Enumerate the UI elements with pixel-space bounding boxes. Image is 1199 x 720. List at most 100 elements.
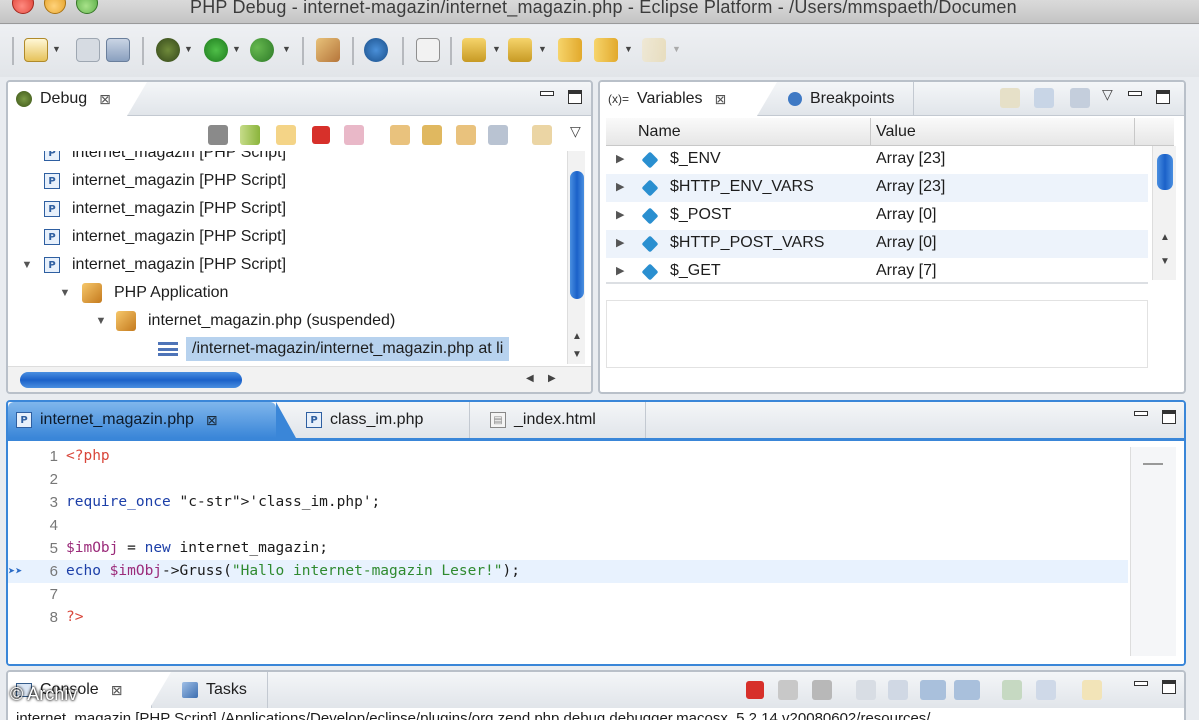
code-line[interactable]: 4 — [8, 514, 1128, 537]
tab-class-im-php[interactable]: P class_im.php — [298, 402, 470, 438]
scrollbar-thumb[interactable] — [1157, 154, 1173, 190]
tree-item-thread[interactable]: ▼ internet_magazin.php (suspended) — [94, 307, 565, 335]
expand-arrow-icon[interactable]: ▶ — [616, 264, 624, 277]
column-value-header[interactable]: Value — [876, 123, 916, 141]
suspend-icon[interactable] — [276, 125, 296, 145]
minimize-editor-button[interactable] — [1134, 411, 1148, 416]
minimize-window-button[interactable] — [44, 0, 66, 14]
detail-pane-divider[interactable] — [606, 282, 1148, 284]
expand-arrow-icon[interactable]: ▶ — [616, 152, 624, 165]
variable-row[interactable]: ▶ $HTTP_ENV_VARS Array [23] — [606, 174, 1148, 202]
disconnect-icon[interactable] — [344, 125, 364, 145]
overview-marker[interactable] — [1143, 463, 1163, 465]
scroll-up-icon[interactable]: ▲ — [1160, 232, 1170, 243]
run-dropdown-icon[interactable]: ▼ — [232, 44, 241, 54]
remove-launch-icon[interactable] — [778, 680, 798, 700]
code-line[interactable]: 3 require_once "c-str">'class_im.php'; — [8, 491, 1128, 514]
view-menu-icon[interactable]: ▽ — [1102, 86, 1113, 103]
show-logical-structure-icon[interactable] — [1034, 88, 1054, 108]
step-return-icon[interactable] — [456, 125, 476, 145]
external-tools-dropdown-icon[interactable]: ▼ — [282, 44, 291, 54]
new-icon[interactable] — [24, 38, 48, 62]
tab-debug[interactable]: Debug ⊠ — [8, 82, 147, 116]
run-icon[interactable] — [204, 38, 228, 62]
pin-console-icon[interactable] — [1002, 680, 1022, 700]
print-icon[interactable] — [106, 38, 130, 62]
resume-icon[interactable] — [240, 125, 260, 145]
scrollbar-thumb[interactable] — [20, 372, 242, 388]
expand-arrow-icon[interactable]: ▼ — [94, 315, 108, 327]
debug-dropdown-icon[interactable]: ▼ — [184, 44, 193, 54]
tree-item-launch[interactable]: P internet_magazin [PHP Script] — [44, 195, 565, 223]
show-type-names-icon[interactable] — [1000, 88, 1020, 108]
tree-item-launch[interactable]: P internet_magazin [PHP Script] — [44, 151, 565, 167]
scroll-left-icon[interactable]: ◀ — [526, 373, 534, 384]
overview-ruler[interactable] — [1130, 447, 1176, 656]
next-annotation-icon[interactable] — [462, 38, 486, 62]
tree-item-php-application[interactable]: ▼ PHP Application — [58, 279, 565, 307]
column-divider[interactable] — [870, 118, 871, 146]
column-divider[interactable] — [1134, 118, 1135, 146]
close-tab-icon[interactable]: ⊠ — [206, 412, 218, 429]
scroll-up-icon[interactable]: ▲ — [572, 331, 582, 342]
tree-item-launch-expanded[interactable]: ▼ P internet_magazin [PHP Script] — [20, 251, 565, 279]
variable-row[interactable]: ▶ $HTTP_POST_VARS Array [0] — [606, 230, 1148, 258]
tab-breakpoints[interactable]: Breakpoints — [780, 82, 914, 116]
scroll-down-icon[interactable]: ▼ — [572, 349, 582, 360]
debug-icon[interactable] — [156, 38, 180, 62]
column-name-header[interactable]: Name — [638, 123, 681, 141]
minimize-view-button[interactable] — [540, 91, 554, 96]
tab-variables[interactable]: (x)= Variables ⊠ — [600, 82, 777, 116]
collapse-all-icon[interactable] — [1070, 88, 1090, 108]
zoom-window-button[interactable] — [76, 0, 98, 14]
drop-to-frame-icon[interactable] — [488, 125, 508, 145]
scroll-lock-icon[interactable] — [888, 680, 908, 700]
scrollbar-thumb[interactable] — [570, 171, 584, 299]
variable-detail-pane[interactable] — [606, 300, 1148, 368]
minimize-view-button[interactable] — [1128, 91, 1142, 96]
code-line[interactable]: 5 $imObj = new internet_magazin; — [8, 537, 1128, 560]
debug-horizontal-scrollbar[interactable]: ◀ ▶ — [8, 366, 591, 392]
previous-annotation-icon[interactable] — [508, 38, 532, 62]
scroll-right-icon[interactable]: ▶ — [548, 373, 556, 384]
maximize-view-button[interactable] — [1156, 90, 1170, 104]
expand-arrow-icon[interactable]: ▼ — [58, 287, 72, 299]
debug-vertical-scrollbar[interactable]: ▲ ▼ — [567, 151, 585, 364]
show-console-on-error-icon[interactable] — [954, 680, 980, 700]
step-over-icon[interactable] — [422, 125, 442, 145]
code-line[interactable]: 8 ?> — [8, 606, 1128, 629]
external-tools-icon[interactable] — [250, 38, 274, 62]
variable-row[interactable]: ▶ $_ENV Array [23] — [606, 146, 1148, 174]
expand-arrow-icon[interactable]: ▶ — [616, 208, 624, 221]
clear-console-icon[interactable] — [856, 680, 876, 700]
previous-annotation-dropdown-icon[interactable]: ▼ — [538, 44, 547, 54]
maximize-view-button[interactable] — [568, 90, 582, 104]
tree-item-launch[interactable]: P internet_magazin [PHP Script] — [44, 167, 565, 195]
back-dropdown-icon[interactable]: ▼ — [624, 44, 633, 54]
code-line[interactable]: 1 <?php — [8, 445, 1128, 468]
current-instruction-line[interactable]: ➤➤ 6 echo $imObj->Gruss("Hallo internet-… — [8, 560, 1128, 583]
code-line[interactable]: 7 — [8, 583, 1128, 606]
minimize-view-button[interactable] — [1134, 681, 1148, 686]
terminate-icon[interactable] — [312, 126, 330, 144]
show-console-on-output-icon[interactable] — [920, 680, 946, 700]
new-dropdown-icon[interactable]: ▼ — [52, 44, 61, 54]
deploy-icon[interactable] — [316, 38, 340, 62]
scroll-down-icon[interactable]: ▼ — [1160, 256, 1170, 267]
tab-index-html[interactable]: ▤ _index.html — [482, 402, 646, 438]
expand-arrow-icon[interactable]: ▼ — [20, 259, 34, 271]
open-console-icon[interactable] — [1082, 680, 1102, 700]
back-icon[interactable] — [594, 38, 618, 62]
maximize-view-button[interactable] — [1162, 680, 1176, 694]
last-edit-icon[interactable] — [558, 38, 582, 62]
code-line[interactable]: 2 — [8, 468, 1128, 491]
remove-all-terminated-icon[interactable] — [812, 680, 832, 700]
tree-item-stack-frame[interactable]: /internet-magazin/internet_magazin.php a… — [158, 335, 565, 363]
expand-arrow-icon[interactable]: ▶ — [616, 236, 624, 249]
file-icon[interactable] — [416, 38, 440, 62]
close-window-button[interactable] — [12, 0, 34, 14]
close-tab-icon[interactable]: ⊠ — [715, 91, 727, 108]
expand-arrow-icon[interactable]: ▶ — [616, 180, 624, 193]
use-step-filters-icon[interactable] — [532, 125, 552, 145]
forward-icon[interactable] — [642, 38, 666, 62]
